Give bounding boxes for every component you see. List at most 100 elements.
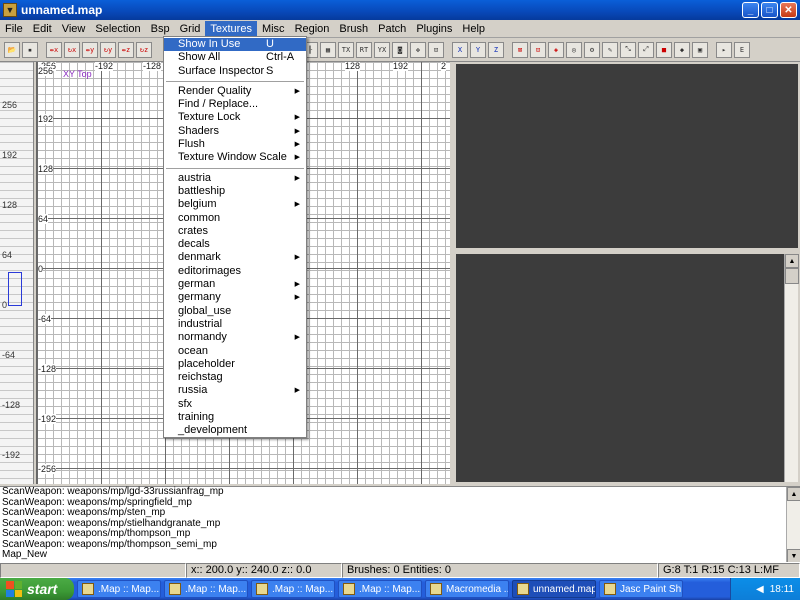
flip-x-icon[interactable]: ⇹x — [46, 41, 62, 58]
taskbar-button[interactable]: .Map :: Map... — [164, 580, 248, 598]
flip-y-icon[interactable]: ⇹y — [82, 41, 98, 58]
taskbar-button[interactable]: .Map :: Map... — [77, 580, 161, 598]
taskbar-button-label: .Map :: Map... — [98, 583, 160, 595]
menu-item-belgium[interactable]: belgium ▶ — [164, 198, 306, 211]
y-axis-icon[interactable]: Y — [470, 41, 486, 58]
flip-z-icon[interactable]: ⇹z — [118, 41, 134, 58]
menu-selection[interactable]: Selection — [90, 21, 145, 37]
menu-textures[interactable]: Textures — [205, 20, 257, 37]
menu-item-development[interactable]: _development — [164, 424, 306, 437]
bend-icon[interactable]: ◆ — [674, 41, 690, 58]
menu-item-crates[interactable]: crates — [164, 225, 306, 238]
extra-icon[interactable]: E — [734, 41, 750, 58]
change-view-icon[interactable]: ✥ — [410, 41, 426, 58]
cubic-clip-icon[interactable]: ⊡ — [428, 41, 444, 58]
menu-item-texture-lock[interactable]: Texture Lock ▶ — [164, 111, 306, 124]
menu-item-german[interactable]: german ▶ — [164, 278, 306, 291]
menu-item-flush[interactable]: Flush ▶ — [164, 138, 306, 151]
options-icon[interactable]: ▸ — [716, 41, 732, 58]
menu-help[interactable]: Help — [457, 21, 490, 37]
textures-dropdown-menu: Show In Use U Show All Ctrl-A Surface Inspec… — [163, 36, 307, 438]
texture-browser[interactable]: ▲ — [454, 252, 800, 484]
menu-item-show-all[interactable]: Show All Ctrl-A — [164, 51, 306, 64]
select-partial-icon[interactable]: ◈ — [548, 41, 564, 58]
cap-icon[interactable]: ▣ — [692, 41, 708, 58]
scroll-down-icon[interactable]: ▼ — [787, 549, 800, 563]
taskbar-button[interactable]: .Map :: Map... — [338, 580, 422, 598]
rotate-z-icon[interactable]: ↻z — [136, 41, 152, 58]
menu-item-label: Flush — [178, 138, 205, 151]
menu-item-industrial[interactable]: industrial — [164, 318, 306, 331]
texture-scrollbar[interactable]: ▲ — [784, 254, 799, 482]
maximize-button[interactable]: □ — [761, 2, 778, 18]
menu-item-germany[interactable]: germany ▶ — [164, 291, 306, 304]
scroll-up-icon[interactable]: ▲ — [785, 254, 799, 268]
rotate-y-icon[interactable]: ↻y — [100, 41, 116, 58]
tray-arrow-icon[interactable]: ◀ — [756, 584, 764, 595]
menu-item-find-replace[interactable]: Find / Replace... — [164, 98, 306, 111]
console-scrollbar[interactable]: ▲ ▼ — [786, 487, 800, 563]
view-toggle-icon[interactable]: YX — [374, 41, 390, 58]
menu-item-shaders[interactable]: Shaders ▶ — [164, 125, 306, 138]
taskbar-button-active[interactable]: unnamed.map — [512, 580, 596, 598]
z-label: 128 — [2, 200, 18, 210]
texture-lock-icon[interactable]: TX — [338, 41, 354, 58]
menu-item-render-quality[interactable]: Render Quality ▶ — [164, 85, 306, 98]
menu-item-battleship[interactable]: battleship — [164, 185, 306, 198]
menu-item-label: crates — [178, 224, 208, 237]
taskbar-button[interactable]: Macromedia ... — [425, 580, 509, 598]
menu-item-training[interactable]: training — [164, 411, 306, 424]
menu-grid[interactable]: Grid — [175, 21, 206, 37]
csg-subtract-icon[interactable]: ▦ — [320, 41, 336, 58]
z-view[interactable]: 256 192 128 64 0 -64 -128 -192 — [0, 62, 34, 484]
entity-icon[interactable]: ⚙ — [584, 41, 600, 58]
menu-patch[interactable]: Patch — [373, 21, 411, 37]
menu-item-common[interactable]: common — [164, 212, 306, 225]
z-brush-outline[interactable] — [8, 272, 22, 306]
taskbar-button[interactable]: Jasc Paint Sh... — [599, 580, 683, 598]
menu-plugins[interactable]: Plugins — [411, 21, 457, 37]
menu-item-sfx[interactable]: sfx — [164, 398, 306, 411]
menu-item-ocean[interactable]: ocean — [164, 345, 306, 358]
camera-view-icon[interactable]: ◙ — [392, 41, 408, 58]
patch-icon[interactable]: ✎ — [602, 41, 618, 58]
camera-view[interactable] — [454, 62, 800, 250]
scroll-thumb[interactable] — [785, 268, 799, 284]
drag-vertices-icon[interactable]: ⤢ — [638, 41, 654, 58]
rotate-texture-icon[interactable]: RT — [356, 41, 372, 58]
rotate-x-icon[interactable]: ↻x — [64, 41, 80, 58]
menu-view[interactable]: View — [57, 21, 91, 37]
menu-item-normandy[interactable]: normandy ▶ — [164, 331, 306, 344]
open-icon[interactable]: 📂 — [4, 41, 20, 58]
save-icon[interactable]: ▪ — [22, 41, 38, 58]
drag-edges-icon[interactable]: ⤡ — [620, 41, 636, 58]
menu-item-editorimages[interactable]: editorimages — [164, 265, 306, 278]
menu-item-austria[interactable]: austria ▶ — [164, 172, 306, 185]
menu-item-placeholder[interactable]: placeholder — [164, 358, 306, 371]
menu-item-show-in-use[interactable]: Show In Use U — [164, 38, 306, 52]
taskbar-button[interactable]: .Map :: Map... — [251, 580, 335, 598]
menu-bsp[interactable]: Bsp — [146, 21, 175, 37]
menu-item-decals[interactable]: decals — [164, 238, 306, 251]
minimize-button[interactable]: _ — [742, 2, 759, 18]
select-inside-icon[interactable]: ◎ — [566, 41, 582, 58]
menu-item-reichstag[interactable]: reichstag — [164, 371, 306, 384]
menu-item-denmark[interactable]: denmark ▶ — [164, 251, 306, 264]
menu-brush[interactable]: Brush — [334, 21, 373, 37]
menu-edit[interactable]: Edit — [28, 21, 57, 37]
menu-item-surface-inspector[interactable]: Surface Inspector S — [164, 65, 306, 78]
scale-icon[interactable]: ■ — [656, 41, 672, 58]
close-button[interactable]: ✕ — [780, 2, 797, 18]
scroll-up-icon[interactable]: ▲ — [787, 487, 800, 501]
menu-misc[interactable]: Misc — [257, 21, 290, 37]
select-touching-icon[interactable]: ⊡ — [530, 41, 546, 58]
start-button[interactable]: start — [0, 578, 74, 600]
menu-item-texture-window-scale[interactable]: Texture Window Scale ▶ — [164, 151, 306, 164]
menu-item-global-use[interactable]: global_use — [164, 305, 306, 318]
x-axis-icon[interactable]: X — [452, 41, 468, 58]
menu-item-russia[interactable]: russia ▶ — [164, 384, 306, 397]
select-complete-tall-icon[interactable]: ⊠ — [512, 41, 528, 58]
menu-region[interactable]: Region — [290, 21, 335, 37]
z-axis-icon[interactable]: Z — [488, 41, 504, 58]
menu-file[interactable]: File — [0, 21, 28, 37]
